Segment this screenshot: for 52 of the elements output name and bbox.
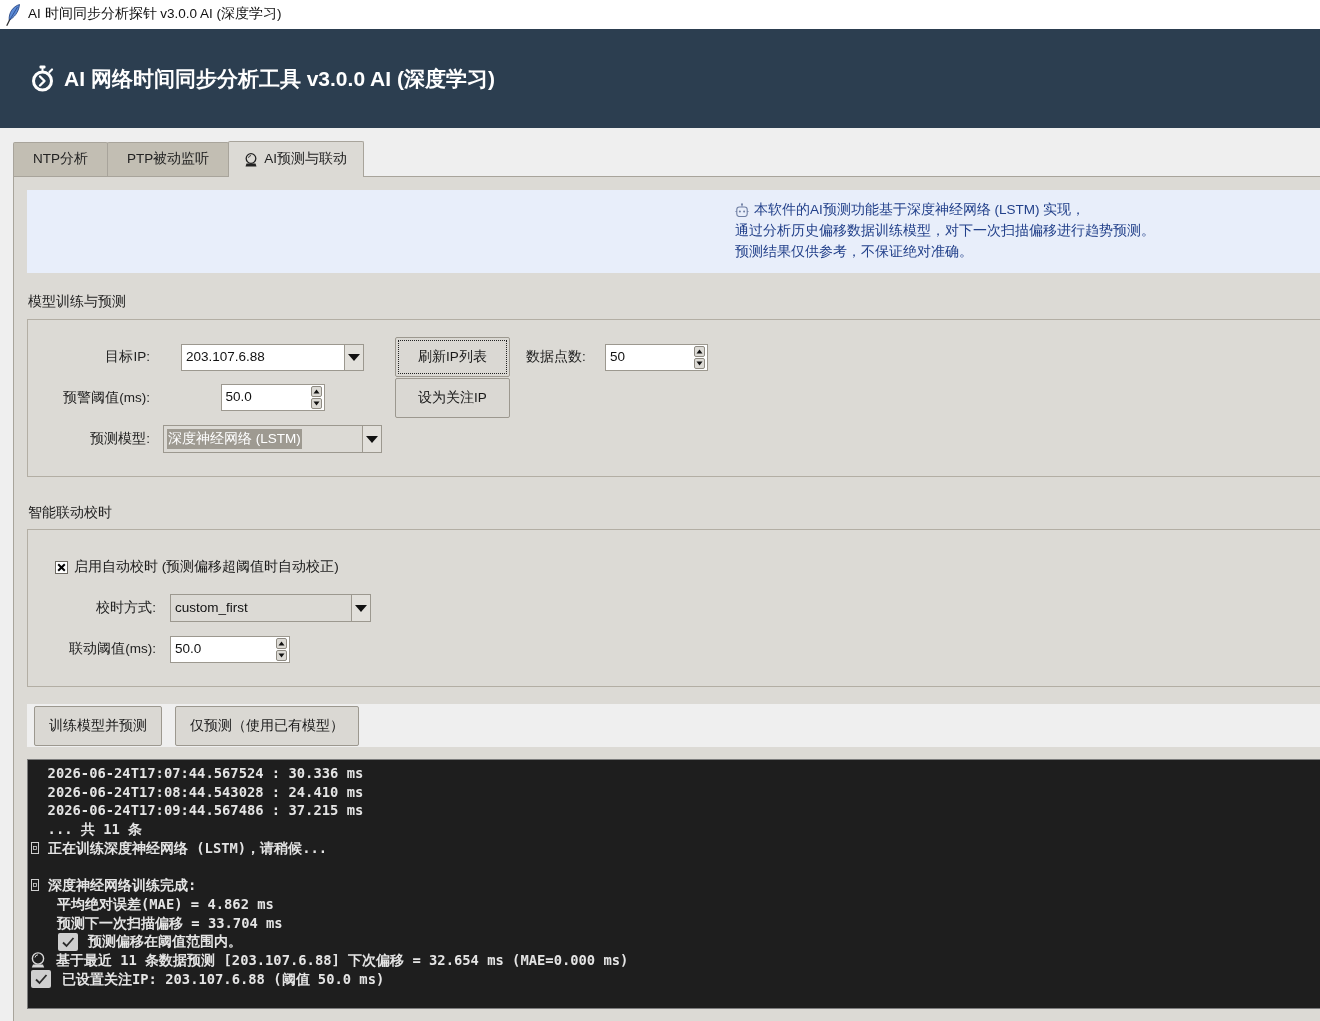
console-line: 深度神经网络训练完成: bbox=[48, 876, 197, 895]
console-line: 已设置关注IP: 203.107.6.88 (阈值 50.0 ms) bbox=[62, 969, 385, 989]
console-line: 2026-06-24T17:07:44.567524 : 30.336 ms bbox=[47, 764, 364, 783]
checkbox[interactable] bbox=[55, 560, 68, 574]
down-arrow-icon[interactable] bbox=[310, 398, 322, 409]
console-line: 2026-06-24T17:08:44.543028 : 24.410 ms bbox=[47, 782, 364, 802]
section-title: 智能联动校时 bbox=[27, 505, 113, 521]
missing-glyph-icon bbox=[31, 842, 39, 855]
crystal-ball-icon bbox=[245, 152, 258, 167]
console-line: 平均绝对误差(MAE) = 4.862 ms bbox=[57, 894, 274, 914]
notice-text: 通过分析历史偏移数据训练模型，对下一次扫描偏移进行趋势预测。 bbox=[735, 222, 1155, 240]
notice-text: 预测结果仅供参考，不保证绝对准确。 bbox=[735, 243, 973, 261]
up-arrow-icon[interactable] bbox=[310, 386, 322, 397]
action-button[interactable]: 设为关注IP bbox=[395, 378, 510, 418]
window-title: AI 时间同步分析探针 v3.0.0 AI (深度学习) bbox=[28, 5, 282, 24]
field-label: 预测模型: bbox=[90, 430, 150, 448]
console-line: 2026-06-24T17:09:44.567486 : 37.215 ms bbox=[47, 801, 364, 821]
field-label: 数据点数: bbox=[526, 348, 586, 366]
threshold-spinbox[interactable]: 50.0 bbox=[220, 384, 325, 411]
notice-text: 本软件的AI预测功能基于深度神经网络 (LSTM) 实现， bbox=[754, 201, 1086, 219]
tab[interactable]: NTP分析 bbox=[13, 142, 108, 176]
missing-glyph-icon bbox=[31, 879, 39, 892]
check-icon bbox=[31, 969, 51, 988]
field-label: 预警阈值(ms): bbox=[63, 388, 150, 407]
feather-icon bbox=[6, 3, 20, 26]
crystal-ball-icon bbox=[31, 952, 45, 969]
caret-icon[interactable] bbox=[366, 435, 378, 443]
count-spinbox[interactable]: 50 bbox=[605, 343, 708, 371]
section-title: 模型训练与预测 bbox=[27, 294, 127, 310]
tab[interactable]: PTP被动监听 bbox=[107, 142, 230, 176]
field-label: 目标IP: bbox=[105, 348, 150, 366]
console-line: 预测偏移在阈值范围内。 bbox=[88, 932, 242, 951]
caret-icon[interactable] bbox=[348, 353, 360, 361]
tab[interactable]: AI预测与联动 bbox=[228, 141, 365, 177]
app-title: AI 网络时间同步分析工具 v3.0.0 AI (深度学习) bbox=[64, 65, 495, 92]
action-button[interactable]: 仅预测（使用已有模型） bbox=[175, 706, 359, 746]
console-line: ... 共 11 条 bbox=[47, 820, 143, 839]
field-label: 校时方式: bbox=[96, 599, 156, 617]
console-line: 基于最近 11 条数据预测 [203.107.6.88] 下次偏移 = 32.654 ms (MAE=0.000 ms) bbox=[56, 950, 629, 970]
caret-icon[interactable] bbox=[355, 604, 367, 612]
check-icon bbox=[58, 932, 78, 951]
action-button[interactable]: 训练模型并预测 bbox=[34, 706, 162, 746]
threshold-spinbox[interactable]: 50.0 bbox=[170, 635, 290, 663]
stopwatch-icon bbox=[30, 65, 55, 92]
console-line: 预测下一次扫描偏移 = 33.704 ms bbox=[57, 913, 283, 933]
action-button[interactable]: 刷新IP列表 bbox=[395, 337, 510, 377]
robot-icon bbox=[735, 202, 749, 217]
console-line: 正在训练深度神经网络 (LSTM)，请稍候... bbox=[48, 838, 328, 858]
checkbox-label[interactable]: 启用自动校时 (预测偏移超阈值时自动校正) bbox=[74, 556, 339, 578]
mode-combobox[interactable]: custom_first bbox=[170, 594, 371, 622]
ip-combobox[interactable]: 203.107.6.88 bbox=[181, 343, 364, 371]
field-label: 联动阈值(ms): bbox=[69, 640, 156, 658]
